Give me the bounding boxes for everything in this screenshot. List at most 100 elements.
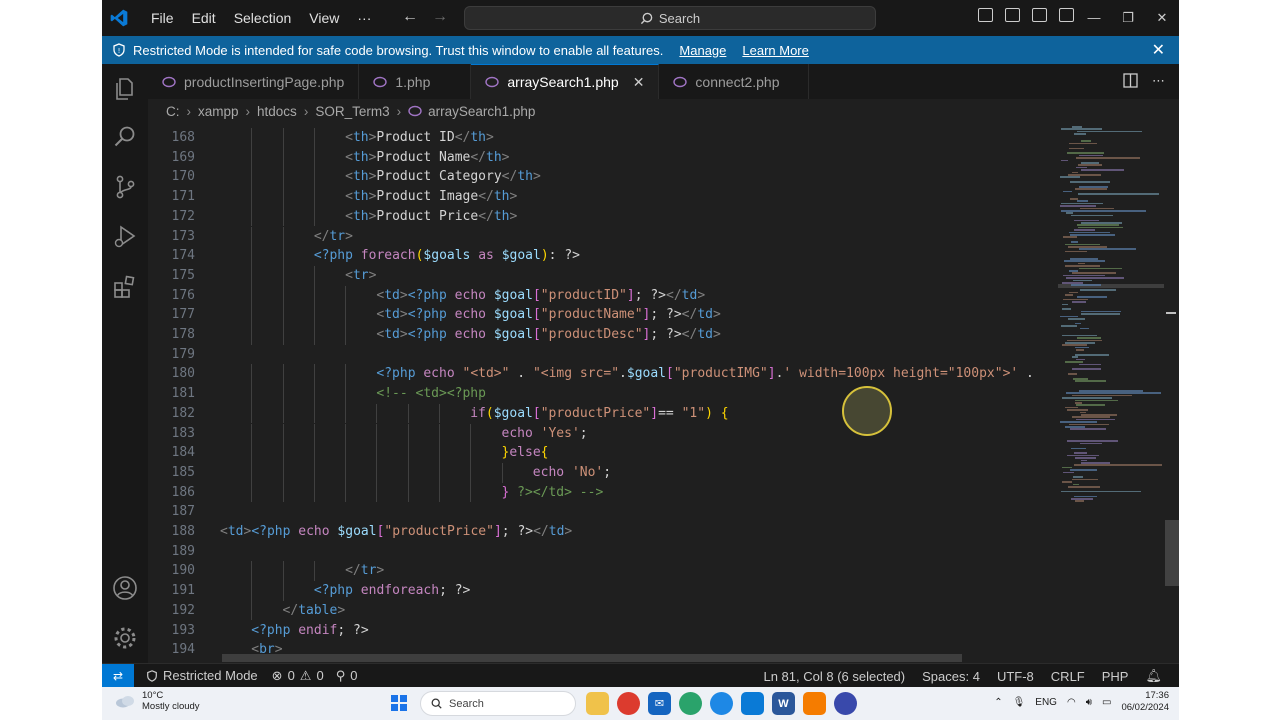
back-arrow-icon[interactable]: ←: [402, 8, 418, 26]
app-icon[interactable]: [834, 692, 857, 715]
minimap-line: [1069, 142, 1097, 145]
forward-arrow-icon[interactable]: →: [432, 8, 448, 26]
end-of-line[interactable]: CRLF: [1051, 669, 1085, 684]
code-line[interactable]: 173 </tr>: [148, 226, 1058, 247]
code-line[interactable]: 179: [148, 345, 1058, 365]
close-banner-icon[interactable]: ✕: [1152, 40, 1165, 60]
toggle-primary-sidebar-icon[interactable]: [978, 8, 993, 22]
breadcrumb-item[interactable]: xampp: [198, 104, 239, 119]
split-editor-icon[interactable]: [1123, 73, 1138, 88]
chrome-icon[interactable]: [617, 692, 640, 715]
breadcrumb-item[interactable]: htdocs: [257, 104, 297, 119]
code-editor[interactable]: 168 <th>Product ID</th> 169 <th>Product Nam…: [148, 126, 1058, 656]
vscode-taskbar-icon[interactable]: [741, 692, 764, 715]
code-line[interactable]: 183 echo 'Yes';: [148, 423, 1058, 444]
search-view-icon[interactable]: [112, 124, 138, 150]
breadcrumb-item[interactable]: arraySearch1.php: [428, 104, 535, 119]
code-line[interactable]: 188 <td><?php echo $goal["productPrice"];…: [148, 522, 1058, 542]
settings-gear-icon[interactable]: [112, 625, 138, 651]
explorer-icon[interactable]: [112, 76, 138, 102]
restore-icon[interactable]: ❐: [1111, 0, 1145, 36]
code-line[interactable]: 185 echo 'No';: [148, 462, 1058, 483]
code-line[interactable]: 178 <td><?php echo $goal["productDesc"]; …: [148, 325, 1058, 345]
tab-connect2[interactable]: connect2.php: [659, 64, 809, 99]
menu-edit[interactable]: Edit: [183, 10, 225, 26]
close-tab-icon[interactable]: ✕: [633, 74, 645, 91]
learn-more-link[interactable]: Learn More: [742, 43, 808, 58]
language-indicator[interactable]: ENG: [1035, 697, 1057, 708]
code-line[interactable]: 181 <!-- <td><?php: [148, 384, 1058, 404]
customize-layout-icon[interactable]: [1059, 8, 1074, 22]
cursor-position[interactable]: Ln 81, Col 8 (6 selected): [763, 669, 905, 684]
indentation[interactable]: Spaces: 4: [922, 669, 980, 684]
code-line[interactable]: 192 </table>: [148, 600, 1058, 621]
code-line[interactable]: 169 <th>Product Name</th>: [148, 147, 1058, 168]
minimap-line: [1075, 188, 1107, 190]
code-line[interactable]: 170 <th>Product Category</th>: [148, 167, 1058, 188]
chevron-up-icon[interactable]: ⌃: [994, 697, 1002, 708]
chrome-profile-icon[interactable]: [710, 692, 733, 715]
code-line[interactable]: 177 <td><?php echo $goal["productName"]; …: [148, 305, 1058, 325]
code-line[interactable]: 182 if($goal["productPrice"]== "1") {: [148, 403, 1058, 424]
start-button-icon[interactable]: [391, 695, 407, 711]
minimap-line: [1074, 219, 1099, 222]
remote-indicator-icon[interactable]: ⇄: [102, 664, 134, 687]
toggle-secondary-sidebar-icon[interactable]: [1032, 8, 1047, 22]
file-explorer-icon[interactable]: [586, 692, 609, 715]
notifications-bell-icon[interactable]: 🔔︎: [1145, 668, 1162, 684]
code-line[interactable]: 191 <?php endforeach; ?>: [148, 581, 1058, 601]
more-actions-icon[interactable]: ⋯: [1152, 73, 1165, 89]
restricted-mode-status[interactable]: Restricted Mode: [146, 668, 258, 683]
breadcrumb-item[interactable]: C:: [166, 104, 180, 119]
weather-widget[interactable]: 10°C Mostly cloudy: [114, 690, 200, 712]
indent-guide: [438, 482, 440, 503]
menu-view[interactable]: View: [300, 10, 348, 26]
code-line[interactable]: 187: [148, 502, 1058, 522]
code-line[interactable]: 180 <?php echo "<td>" . "<img src=".$goal…: [148, 364, 1058, 385]
close-window-icon[interactable]: ✕: [1145, 0, 1179, 36]
code-line[interactable]: 172 <th>Product Price</th>: [148, 206, 1058, 227]
tab-product-inserting-page[interactable]: productInsertingPage.php: [148, 64, 360, 99]
tab-array-search1[interactable]: arraySearch1.php ✕: [471, 64, 660, 99]
clock[interactable]: 17:36 06/02/2024: [1121, 690, 1169, 714]
menu-more[interactable]: ···: [348, 10, 380, 26]
taskbar-search[interactable]: Search: [420, 691, 576, 716]
xampp-icon[interactable]: [803, 692, 826, 715]
code-line[interactable]: 171 <th>Product Image</th>: [148, 187, 1058, 207]
code-line[interactable]: 176 <td><?php echo $goal["productID"]; ?>…: [148, 285, 1058, 306]
command-center-search[interactable]: Search: [464, 6, 876, 30]
vertical-scrollbar[interactable]: [1165, 520, 1179, 586]
code-line[interactable]: 174 <?php foreach($goals as $goal): ?>: [148, 246, 1058, 266]
menu-file[interactable]: File: [142, 10, 183, 26]
tab-1-php[interactable]: 1.php: [359, 64, 472, 99]
breadcrumb-item[interactable]: SOR_Term3: [315, 104, 389, 119]
code-line[interactable]: 186} ?></td> -->: [148, 482, 1058, 503]
code-line[interactable]: 193 <?php endif; ?>: [148, 621, 1058, 641]
source-control-icon[interactable]: [112, 174, 138, 200]
language-mode[interactable]: PHP: [1102, 669, 1129, 684]
manage-link[interactable]: Manage: [679, 43, 726, 58]
file-encoding[interactable]: UTF-8: [997, 669, 1034, 684]
code-line[interactable]: 184}else{: [148, 443, 1058, 463]
toggle-panel-icon[interactable]: [1005, 8, 1020, 22]
minimap[interactable]: [1058, 122, 1164, 656]
code-line[interactable]: 168 <th>Product ID</th>: [148, 128, 1058, 148]
accounts-icon[interactable]: [112, 575, 138, 601]
minimize-icon[interactable]: —: [1077, 0, 1111, 36]
word-icon[interactable]: W: [772, 692, 795, 715]
code-line[interactable]: 189: [148, 542, 1058, 562]
code-line[interactable]: 175 <tr>: [148, 265, 1058, 286]
microphone-icon[interactable]: 🎙︎: [1013, 697, 1026, 708]
mail-icon[interactable]: ✉: [648, 692, 671, 715]
battery-icon[interactable]: ▭: [1102, 697, 1111, 708]
extensions-icon[interactable]: [112, 274, 138, 300]
horizontal-scrollbar[interactable]: [222, 654, 962, 662]
wifi-icon[interactable]: ◠: [1067, 697, 1076, 708]
volume-icon[interactable]: 🔊︎: [1086, 697, 1092, 708]
menu-selection[interactable]: Selection: [225, 10, 301, 26]
edge-icon[interactable]: [679, 692, 702, 715]
problems-status[interactable]: ⊗ 0 ⚠ 0: [272, 668, 324, 684]
code-line[interactable]: 190 </tr>: [148, 561, 1058, 582]
ports-status[interactable]: ⚲ 0: [336, 668, 358, 684]
run-debug-icon[interactable]: [112, 224, 138, 250]
